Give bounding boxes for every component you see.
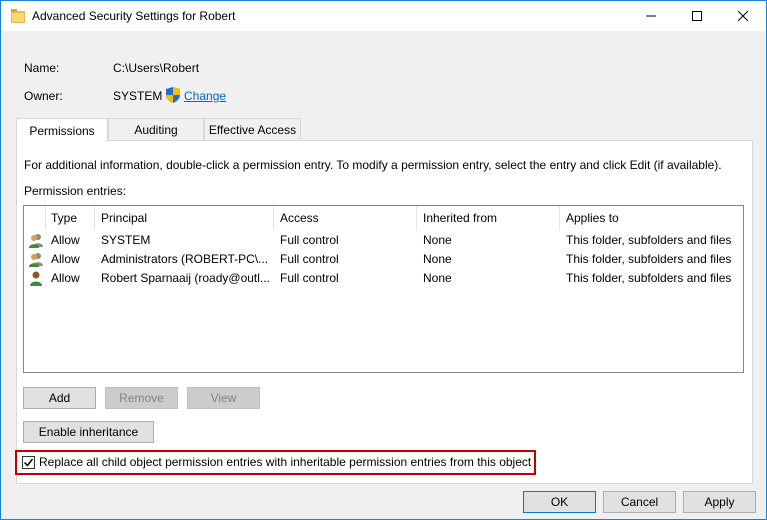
cell-principal: SYSTEM	[101, 233, 151, 247]
apply-button[interactable]: Apply	[683, 491, 756, 513]
view-button[interactable]: View	[187, 387, 260, 409]
add-button[interactable]: Add	[23, 387, 96, 409]
column-header-icon[interactable]	[24, 206, 46, 230]
close-icon	[738, 11, 748, 21]
cell-inherited-from: None	[423, 252, 452, 266]
cell-inherited-from: None	[423, 271, 452, 285]
cell-applies-to: This folder, subfolders and files	[566, 252, 732, 266]
minimize-button[interactable]	[628, 1, 674, 31]
column-header-applies-to[interactable]: Applies to	[560, 206, 743, 230]
dialog-window: Advanced Security Settings for Robert Na…	[0, 0, 767, 520]
permission-entries-list[interactable]: Type Principal Access Inherited from App…	[23, 205, 744, 373]
table-row[interactable]: Allow SYSTEM Full control None This fold…	[24, 231, 743, 250]
column-header-principal[interactable]: Principal	[95, 206, 274, 230]
owner-label: Owner:	[24, 89, 63, 103]
folder-icon	[11, 9, 25, 23]
cell-type: Allow	[51, 233, 80, 247]
remove-button[interactable]: Remove	[105, 387, 178, 409]
cell-access: Full control	[280, 271, 339, 285]
minimize-icon	[646, 15, 656, 17]
column-header-inherited-from[interactable]: Inherited from	[417, 206, 560, 230]
change-owner-link[interactable]: Change	[184, 89, 226, 103]
entries-label: Permission entries:	[24, 184, 127, 198]
cell-principal: Robert Sparnaaij (roady@outl...	[101, 271, 270, 285]
group-user-icon	[29, 253, 43, 267]
cell-access: Full control	[280, 252, 339, 266]
window-title: Advanced Security Settings for Robert	[32, 9, 236, 23]
single-user-icon	[30, 271, 42, 286]
info-text: For additional information, double-click…	[24, 158, 722, 172]
column-header-access[interactable]: Access	[274, 206, 417, 230]
maximize-icon	[692, 11, 702, 21]
replace-entries-checkbox[interactable]	[22, 456, 35, 469]
cell-type: Allow	[51, 271, 80, 285]
tab-permissions[interactable]: Permissions	[16, 118, 108, 142]
tab-effective-access[interactable]: Effective Access	[204, 118, 301, 141]
title-bar: Advanced Security Settings for Robert	[1, 1, 766, 31]
maximize-button[interactable]	[674, 1, 720, 31]
cell-inherited-from: None	[423, 233, 452, 247]
name-label: Name:	[24, 61, 60, 75]
tab-auditing[interactable]: Auditing	[108, 118, 204, 141]
cell-type: Allow	[51, 252, 80, 266]
column-header-type[interactable]: Type	[45, 206, 95, 230]
checkmark-icon	[23, 458, 34, 467]
ok-button[interactable]: OK	[523, 491, 596, 513]
table-row[interactable]: Allow Robert Sparnaaij (roady@outl... Fu…	[24, 269, 743, 288]
uac-shield-icon	[166, 87, 180, 103]
replace-entries-label[interactable]: Replace all child object permission entr…	[39, 455, 531, 469]
cell-applies-to: This folder, subfolders and files	[566, 233, 732, 247]
cancel-button[interactable]: Cancel	[603, 491, 676, 513]
owner-value: SYSTEM	[113, 89, 163, 103]
cell-applies-to: This folder, subfolders and files	[566, 271, 732, 285]
enable-inheritance-button[interactable]: Enable inheritance	[23, 421, 154, 443]
close-button[interactable]	[720, 1, 766, 31]
cell-access: Full control	[280, 233, 339, 247]
name-value: C:\Users\Robert	[113, 61, 200, 75]
group-user-icon	[29, 234, 43, 248]
table-row[interactable]: Allow Administrators (ROBERT-PC\... Full…	[24, 250, 743, 269]
cell-principal: Administrators (ROBERT-PC\...	[101, 252, 269, 266]
